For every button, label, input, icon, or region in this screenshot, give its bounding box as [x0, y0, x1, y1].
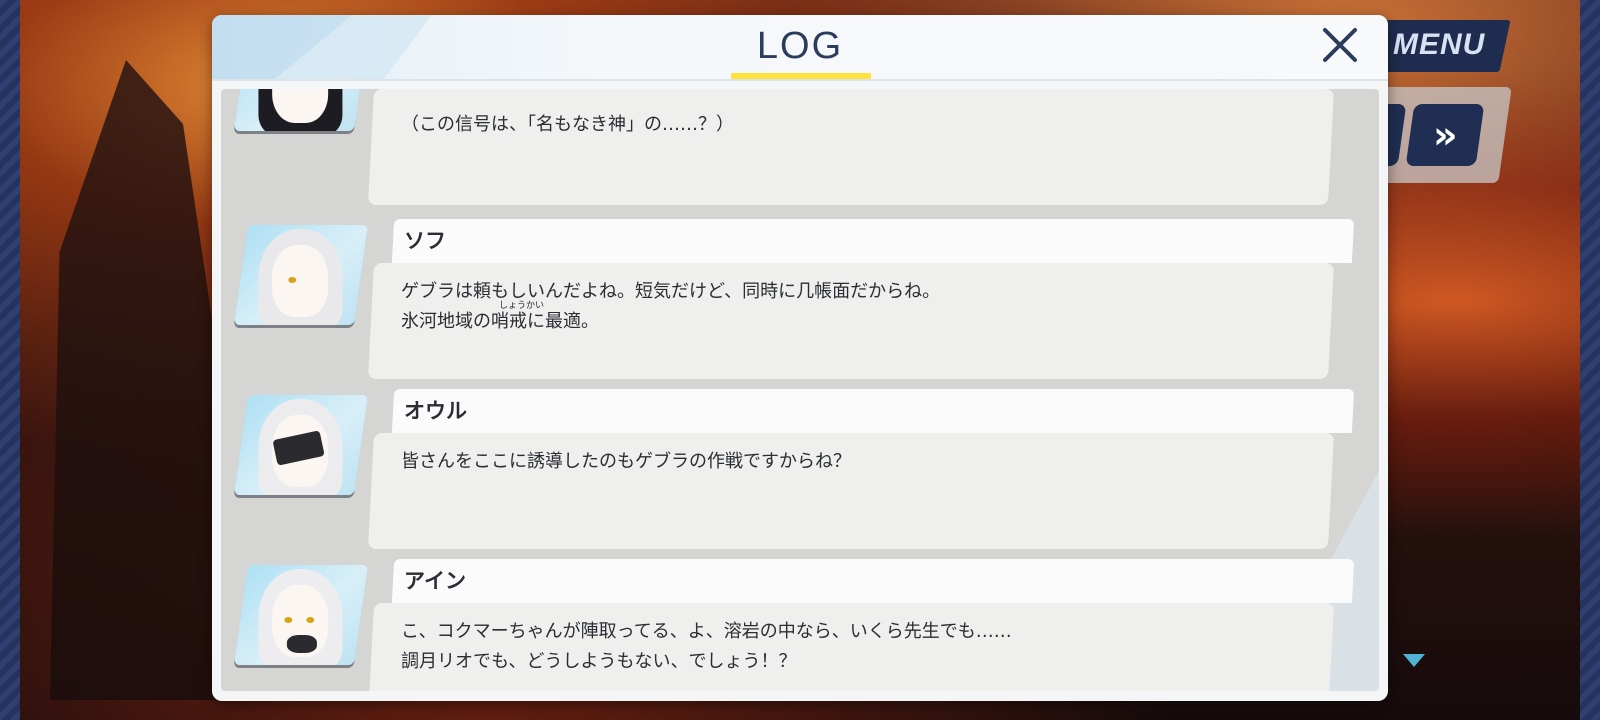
title-underline — [731, 73, 871, 79]
dialogue-line: 調月リオでも、どうしようもない、でしょう！？ — [401, 651, 797, 672]
log-entry: ソフ ゲブラは頼もしいんだよね。短気だけど、同時に几帳面だからね。 しょうかい … — [221, 219, 1379, 387]
portrait-mask — [286, 635, 317, 653]
log-title: LOG — [756, 25, 844, 67]
fast-forward-button[interactable]: » — [1405, 104, 1485, 166]
log-entry: アイン こ、コクマーちゃんが陣取ってる、よ、溶岩の中なら、いくら先生でも…… 調… — [221, 559, 1379, 691]
name-plate — [391, 389, 1355, 433]
dialogue-line: こ、コクマーちゃんが陣取ってる、よ、溶岩の中なら、いくら先生でも…… — [401, 621, 1012, 642]
log-entry: （この信号は、「名もなき神」の……？） — [221, 89, 1379, 213]
portrait-white-hair-headset — [233, 225, 369, 325]
log-entry: オウル 皆さんをここに誘導したのもゲブラの作戦ですからね？ — [221, 389, 1379, 557]
menu-label: MENU — [1393, 28, 1486, 61]
speaker-name: ソフ — [404, 229, 446, 253]
portrait-white-hair-visor — [233, 395, 369, 495]
speaker-name: アイン — [404, 569, 466, 593]
dialogue-bubble — [367, 89, 1335, 205]
left-border-stripe — [0, 0, 20, 720]
fast-forward-icon: » — [1432, 113, 1448, 157]
dialogue-line: 氷河地域の哨戒に最適。 — [401, 311, 599, 332]
portrait-white-hair-mask — [233, 565, 369, 665]
name-plate — [391, 219, 1355, 263]
speaker-name: オウル — [404, 399, 467, 423]
name-plate — [391, 559, 1355, 603]
portrait-eye — [306, 617, 315, 623]
dialogue-line: （この信号は、「名もなき神」の……？） — [401, 114, 734, 135]
portrait-eye — [288, 277, 297, 283]
log-window: LOG （この信号は、「名もなき神」の……？） ソフ ゲブラは頼もしいんだよね。… — [212, 15, 1388, 701]
portrait-face — [272, 245, 329, 317]
log-header: LOG — [212, 15, 1388, 81]
portrait-eye — [284, 617, 293, 623]
log-list[interactable]: （この信号は、「名もなき神」の……？） ソフ ゲブラは頼もしいんだよね。短気だけ… — [221, 89, 1379, 691]
dialogue-line: ゲブラは頼もしいんだよね。短気だけど、同時に几帳面だからね。 — [401, 281, 941, 302]
portrait-black-hair — [233, 89, 369, 131]
dialogue-line: 皆さんをここに誘導したのもゲブラの作戦ですからね？ — [401, 451, 851, 472]
close-icon[interactable] — [1320, 25, 1360, 65]
right-border-stripe — [1580, 0, 1600, 720]
next-indicator-icon — [1403, 654, 1425, 667]
